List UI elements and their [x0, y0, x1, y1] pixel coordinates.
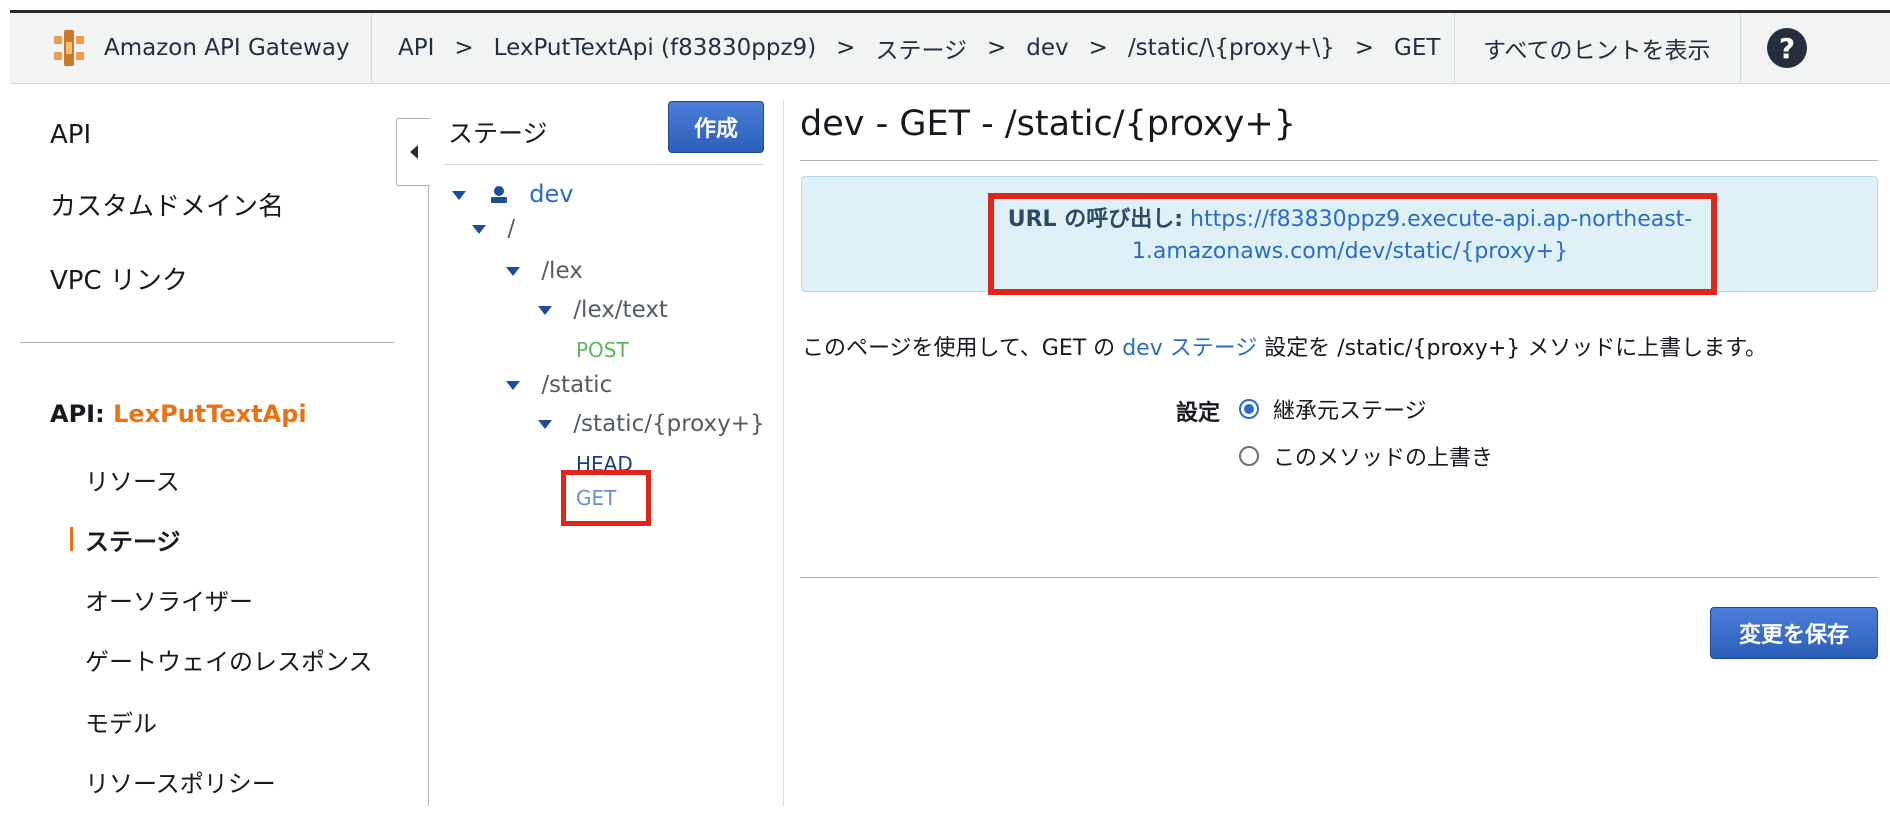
tree-method-post[interactable]: POST — [576, 338, 629, 362]
breadcrumb-api[interactable]: API — [398, 35, 434, 61]
tree-resource-lex-text[interactable]: /lex/text — [538, 297, 668, 323]
nav-divider — [20, 342, 394, 343]
nav-item-gateway-responses[interactable]: ゲートウェイのレスポンス — [85, 642, 373, 677]
page-description: このページを使用して、GET の dev ステージ 設定を /static/{p… — [802, 330, 1767, 362]
api-heading-name[interactable]: LexPutTextApi — [113, 400, 307, 428]
breadcrumb-resource[interactable]: /static/\{proxy+\} — [1128, 35, 1335, 61]
panel-border — [428, 186, 429, 806]
nav-item-custom-domain[interactable]: カスタムドメイン名 — [50, 186, 284, 223]
radio-checked-icon[interactable] — [1239, 399, 1259, 419]
collapse-nav-button[interactable] — [396, 118, 430, 186]
top-navigation-bar: Amazon API Gateway API > LexPutTextApi (… — [10, 10, 1890, 84]
caret-down-icon[interactable] — [506, 381, 520, 390]
brand-name: Amazon API Gateway — [104, 35, 350, 61]
breadcrumb-stage-dev[interactable]: dev — [1026, 35, 1068, 61]
caret-down-icon[interactable] — [506, 267, 520, 276]
help-icon: ? — [1767, 28, 1807, 68]
panel-divider — [444, 164, 764, 165]
title-divider — [800, 160, 1878, 161]
page-title: dev - GET - /static/{proxy+} — [800, 104, 1296, 144]
caret-down-icon[interactable] — [452, 190, 466, 200]
settings-label: 設定 — [1176, 401, 1221, 426]
brand-home-link[interactable]: Amazon API Gateway — [10, 13, 372, 83]
tree-resource-static[interactable]: /static — [506, 372, 612, 398]
nav-item-resources[interactable]: リソース — [85, 462, 180, 497]
nav-item-authorizers[interactable]: オーソライザー — [85, 582, 253, 617]
breadcrumb-separator: > — [1354, 35, 1375, 61]
highlight-box-url — [988, 193, 1717, 295]
form-divider — [800, 577, 1878, 578]
tree-resource-label: /static/{proxy+} — [573, 411, 765, 437]
tree-resource-label: /lex — [541, 258, 583, 284]
breadcrumb: API > LexPutTextApi (f83830ppz9) > ステージ … — [372, 13, 1455, 83]
tree-stage-label: dev — [529, 180, 574, 208]
create-stage-button[interactable]: 作成 — [668, 101, 764, 153]
show-hints-label: すべてのヒントを表示 — [1483, 38, 1711, 64]
tree-resource-label: /lex/text — [573, 297, 668, 323]
show-hints-link[interactable]: すべてのヒントを表示 — [1455, 13, 1741, 83]
help-button[interactable]: ? — [1741, 13, 1890, 83]
tree-resource-lex[interactable]: /lex — [506, 258, 583, 284]
panel-border — [783, 100, 784, 806]
option-override-method[interactable]: このメソッドの上書き — [1239, 440, 1493, 472]
desc-text: 設定を /static/{proxy+} メソッドに上書します。 — [1257, 336, 1768, 361]
tree-resource-label: /static — [541, 372, 613, 398]
caret-down-icon[interactable] — [538, 306, 552, 315]
dev-stage-link[interactable]: dev ステージ — [1122, 336, 1257, 361]
api-gateway-logo-icon — [54, 30, 84, 66]
breadcrumb-separator: > — [836, 35, 856, 61]
caret-down-icon[interactable] — [472, 225, 486, 234]
breadcrumb-stages[interactable]: ステージ — [875, 31, 967, 65]
breadcrumb-separator: > — [987, 35, 1007, 61]
tree-resource-root[interactable]: / — [472, 216, 515, 242]
stages-panel-title: ステージ — [448, 119, 548, 148]
chevron-left-icon — [409, 145, 418, 159]
option-inherit-stage[interactable]: 継承元ステージ — [1239, 393, 1427, 425]
api-heading-prefix: API: — [50, 400, 105, 428]
stage-icon — [490, 186, 507, 203]
nav-item-models[interactable]: モデル — [85, 704, 157, 739]
tree-resource-label: / — [507, 216, 516, 242]
option-label: 継承元ステージ — [1273, 399, 1427, 424]
nav-item-vpc-link[interactable]: VPC リンク — [50, 260, 188, 297]
breadcrumb-separator: > — [454, 35, 474, 61]
api-heading: API: LexPutTextApi — [50, 400, 307, 428]
breadcrumb-api-name[interactable]: LexPutTextApi (f83830ppz9) — [494, 35, 817, 61]
caret-down-icon[interactable] — [538, 420, 552, 429]
option-label: このメソッドの上書き — [1273, 446, 1494, 471]
radio-unchecked-icon[interactable] — [1239, 446, 1259, 466]
breadcrumb-method: GET — [1394, 35, 1441, 61]
nav-item-api[interactable]: API — [50, 120, 91, 150]
tree-stage-dev[interactable]: dev — [452, 180, 573, 208]
breadcrumb-separator: > — [1088, 35, 1108, 61]
highlight-box-get — [561, 470, 651, 526]
nav-item-stages[interactable]: ステージ — [70, 522, 181, 557]
save-changes-button[interactable]: 変更を保存 — [1710, 607, 1878, 659]
nav-item-resource-policy[interactable]: リソースポリシー — [85, 764, 276, 799]
tree-resource-static-proxy[interactable]: /static/{proxy+} — [538, 411, 765, 437]
desc-text: このページを使用して、GET の — [802, 336, 1123, 361]
left-navigation: API カスタムドメイン名 VPC リンク API: LexPutTextApi… — [0, 84, 400, 826]
